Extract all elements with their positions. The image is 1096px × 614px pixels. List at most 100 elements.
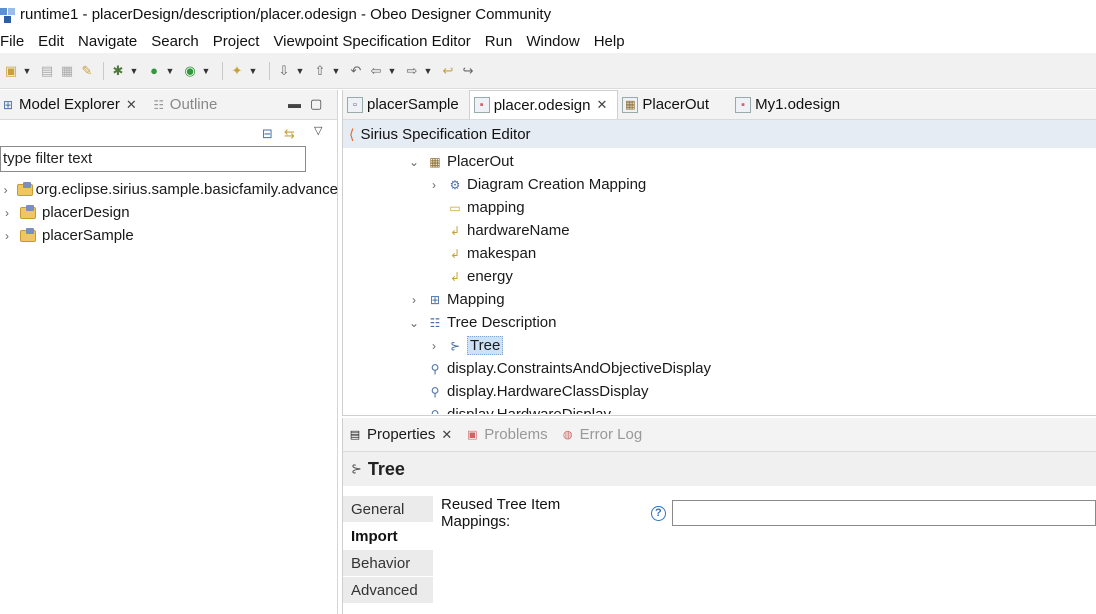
tree-item-label: PlacerOut xyxy=(447,153,514,170)
wand-dropdown-icon[interactable]: ▼ xyxy=(248,62,258,80)
save-icon[interactable]: ▤ xyxy=(38,62,56,80)
last-edit-icon[interactable]: ↶ xyxy=(347,62,365,80)
forward-icon[interactable]: ⇨ xyxy=(403,62,421,80)
expand-icon[interactable]: › xyxy=(0,206,14,220)
tree-item-tree[interactable]: › ⊱ Tree xyxy=(427,334,504,357)
close-icon[interactable]: ✕ xyxy=(596,97,607,113)
reused-tree-item-mappings-field: Reused Tree Item Mappings: ? xyxy=(441,496,1096,530)
help-icon[interactable]: ? xyxy=(651,505,666,521)
tab-outline[interactable]: ☷ Outline xyxy=(151,96,224,113)
sirius-icon: ⟨ xyxy=(349,125,355,142)
tree-item-energy[interactable]: ↲ energy xyxy=(427,265,513,288)
filter-input[interactable]: type filter text xyxy=(0,146,306,172)
tree-item-makespan[interactable]: ↲ makespan xyxy=(427,242,536,265)
reused-tree-item-mappings-input[interactable] xyxy=(671,500,1096,526)
prev-annotation-dropdown-icon[interactable]: ▼ xyxy=(331,62,341,80)
tab-label: placerSample xyxy=(367,96,459,113)
menu-file[interactable]: File xyxy=(0,31,24,52)
side-tab-general[interactable]: General xyxy=(343,496,433,523)
menu-navigate[interactable]: Navigate xyxy=(78,31,137,52)
tree-item-mapping-column[interactable]: ▭ mapping xyxy=(427,196,524,219)
expand-icon[interactable]: › xyxy=(407,293,421,307)
odesign-file-icon: ▪ xyxy=(735,96,752,113)
tab-label: Properties xyxy=(367,426,436,443)
tab-placer-odesign[interactable]: ▪ placer.odesign ✕ xyxy=(468,90,619,119)
close-icon[interactable]: ✕ xyxy=(441,427,452,443)
tab-error-log[interactable]: ◍ Error Log xyxy=(560,426,642,443)
tree-item-label: display.ConstraintsAndObjectiveDisplay xyxy=(447,360,712,377)
minimize-icon[interactable]: ▬ xyxy=(288,96,301,111)
collapse-all-icon[interactable]: ⊟ xyxy=(262,126,273,142)
menu-search[interactable]: Search xyxy=(151,31,199,52)
tree-item-hardware-display[interactable]: ⚲ display.HardwareDisplay xyxy=(407,403,611,414)
new-icon[interactable]: ▣ xyxy=(2,62,20,80)
expand-icon[interactable]: › xyxy=(0,229,14,243)
tab-problems[interactable]: ▣ Problems xyxy=(464,426,548,443)
undo-icon[interactable]: ↩ xyxy=(439,62,457,80)
new-dropdown-icon[interactable]: ▼ xyxy=(22,62,32,80)
external-tools-dropdown-icon[interactable]: ▼ xyxy=(201,62,211,80)
tree-item-diagram-creation-mapping[interactable]: › ⚙ Diagram Creation Mapping xyxy=(427,173,646,196)
menu-run[interactable]: Run xyxy=(485,31,513,52)
tree-item-placerout[interactable]: ⌄ ▦ PlacerOut xyxy=(407,150,514,173)
link-editor-icon[interactable]: ⇆ xyxy=(284,126,295,142)
tree-item-label: hardwareName xyxy=(467,222,570,239)
tab-placersample[interactable]: ▫ placerSample xyxy=(343,90,469,119)
next-annotation-icon[interactable]: ⇩ xyxy=(275,62,293,80)
tab-my1-odesign[interactable]: ▪ My1.odesign xyxy=(731,90,850,119)
collapse-icon[interactable]: ⌄ xyxy=(407,316,421,330)
collapse-icon[interactable]: ⌄ xyxy=(407,155,421,169)
save-all-icon[interactable]: ▦ xyxy=(58,62,76,80)
diagram-file-icon: ▫ xyxy=(347,96,363,113)
tree-item-constraints-display[interactable]: ⚲ display.ConstraintsAndObjectiveDisplay xyxy=(407,357,711,380)
window-title: runtime1 - placerDesign/description/plac… xyxy=(20,6,552,23)
tree-item-tree-description[interactable]: ⌄ ☷ Tree Description xyxy=(407,311,557,334)
tree-item-hardwarename[interactable]: ↲ hardwareName xyxy=(427,219,570,242)
menu-window[interactable]: Window xyxy=(526,31,579,52)
tree-item-label: Diagram Creation Mapping xyxy=(467,176,647,193)
tree-item-label: Tree xyxy=(467,336,504,355)
tab-model-explorer[interactable]: ⊞ Model Explorer ✕ xyxy=(0,96,143,113)
menu-project[interactable]: Project xyxy=(213,31,260,52)
mapping-icon: ⚙ xyxy=(449,177,461,192)
prev-annotation-icon[interactable]: ⇧ xyxy=(311,62,329,80)
tree-item-placersample[interactable]: › placerSample xyxy=(0,224,338,247)
tree-description-icon: ☷ xyxy=(429,315,441,330)
menu-viewpoint-specification-editor[interactable]: Viewpoint Specification Editor xyxy=(273,31,470,52)
run-dropdown-icon[interactable]: ▼ xyxy=(165,62,175,80)
debug-dropdown-icon[interactable]: ▼ xyxy=(129,62,139,80)
next-annotation-dropdown-icon[interactable]: ▼ xyxy=(295,62,305,80)
side-tab-import[interactable]: Import xyxy=(343,523,433,550)
tree-item-mapping-diagram[interactable]: › ⊞ Mapping xyxy=(407,288,505,311)
tab-model-explorer-label: Model Explorer xyxy=(19,96,120,113)
expand-icon[interactable]: › xyxy=(0,183,11,197)
forward-dropdown-icon[interactable]: ▼ xyxy=(423,62,433,80)
expand-icon[interactable]: › xyxy=(427,339,441,353)
tab-placerout[interactable]: ▦ PlacerOut xyxy=(618,90,719,119)
diagram-icon: ⊞ xyxy=(429,292,441,307)
tree-item-hardware-class-display[interactable]: ⚲ display.HardwareClassDisplay xyxy=(407,380,649,403)
view-menu-icon[interactable]: ▽ xyxy=(314,124,322,137)
side-tab-behavior[interactable]: Behavior xyxy=(343,550,433,577)
menu-help[interactable]: Help xyxy=(594,31,625,52)
maximize-icon[interactable]: ▢ xyxy=(310,96,322,112)
debug-icon[interactable]: ✱ xyxy=(109,62,127,80)
tab-properties[interactable]: ▤ Properties ✕ xyxy=(347,426,452,443)
redo-icon[interactable]: ↪ xyxy=(459,62,477,80)
left-panel-tabs: ⊞ Model Explorer ✕ ☷ Outline xyxy=(0,90,337,120)
expand-icon[interactable]: › xyxy=(427,178,441,192)
run-icon[interactable]: ● xyxy=(145,62,163,80)
table-icon: ▦ xyxy=(622,96,639,113)
back-dropdown-icon[interactable]: ▼ xyxy=(387,62,397,80)
external-tools-icon[interactable]: ◉ xyxy=(181,62,199,80)
close-icon[interactable]: ✕ xyxy=(126,97,137,113)
tree-item-placerdesign[interactable]: › placerDesign xyxy=(0,201,338,224)
tab-label: Problems xyxy=(484,426,548,443)
tree-item-basicfamily[interactable]: › org.eclipse.sirius.sample.basicfamily.… xyxy=(0,178,338,201)
side-tab-advanced[interactable]: Advanced xyxy=(343,577,433,604)
modeling-project-icon xyxy=(20,227,38,244)
wand-icon[interactable]: ✦ xyxy=(228,62,246,80)
back-icon[interactable]: ⇦ xyxy=(367,62,385,80)
menu-edit[interactable]: Edit xyxy=(38,31,64,52)
model-icon[interactable]: ✎ xyxy=(78,62,96,80)
